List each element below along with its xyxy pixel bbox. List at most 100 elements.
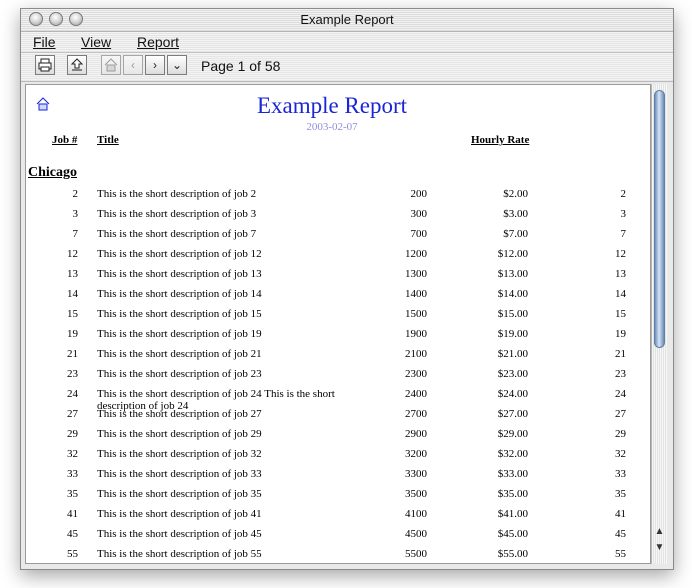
page-dropdown-button[interactable]: ⌄ bbox=[167, 55, 187, 75]
job-number: 41 bbox=[67, 508, 78, 520]
job-extra-number: 27 bbox=[615, 408, 626, 420]
home-button[interactable] bbox=[101, 55, 121, 75]
job-hourly-rate: $45.00 bbox=[497, 528, 528, 540]
scroll-up-arrow-icon[interactable]: ▲ bbox=[654, 526, 665, 538]
job-title: This is the short description of job 7 bbox=[97, 228, 257, 240]
job-hourly-rate: $13.00 bbox=[497, 268, 528, 280]
table-row: 19 This is the short description of job … bbox=[26, 328, 650, 348]
job-title: This is the short description of job 15 bbox=[97, 308, 262, 320]
job-hourly-rate: $33.00 bbox=[497, 468, 528, 480]
job-title: This is the short description of job 55 bbox=[97, 548, 262, 560]
chevron-down-icon: ⌄ bbox=[171, 58, 183, 72]
job-hourly-rate: $32.00 bbox=[497, 448, 528, 460]
next-page-button[interactable]: › bbox=[145, 55, 165, 75]
job-extra-number: 14 bbox=[615, 288, 626, 300]
table-row: 14 This is the short description of job … bbox=[26, 288, 650, 308]
job-title: This is the short description of job 2 bbox=[97, 188, 257, 200]
job-hourly-rate: $12.00 bbox=[497, 248, 528, 260]
job-extra-number: 21 bbox=[615, 348, 626, 360]
report-view: Example Report 2003-02-07 Job # Title Ho… bbox=[25, 84, 651, 564]
printer-icon bbox=[38, 58, 52, 72]
job-number: 21 bbox=[67, 348, 78, 360]
menu-file[interactable]: File bbox=[33, 34, 56, 50]
job-hourly-rate: $24.00 bbox=[497, 388, 528, 400]
job-number: 45 bbox=[67, 528, 78, 540]
table-row: 29 This is the short description of job … bbox=[26, 428, 650, 448]
toolbar: ‹ › ⌄ Page 1 of 58 bbox=[21, 53, 673, 82]
scroll-down-arrow-icon[interactable]: ▼ bbox=[654, 542, 665, 554]
job-extra-number: 24 bbox=[615, 388, 626, 400]
job-extra-number: 33 bbox=[615, 468, 626, 480]
job-extra-number: 41 bbox=[615, 508, 626, 520]
job-number: 32 bbox=[67, 448, 78, 460]
job-hourly-rate: $29.00 bbox=[497, 428, 528, 440]
job-extra-number: 12 bbox=[615, 248, 626, 260]
job-hourly-rate: $14.00 bbox=[497, 288, 528, 300]
table-row: 27 This is the short description of job … bbox=[26, 408, 650, 428]
previous-page-button[interactable]: ‹ bbox=[123, 55, 143, 75]
job-number: 19 bbox=[67, 328, 78, 340]
job-hourly-rate: $35.00 bbox=[497, 488, 528, 500]
job-title: This is the short description of job 27 bbox=[97, 408, 262, 420]
print-button[interactable] bbox=[35, 55, 55, 75]
vertical-scrollbar[interactable]: ▲ ▼ bbox=[651, 84, 667, 564]
table-row: 21 This is the short description of job … bbox=[26, 348, 650, 368]
job-number: 33 bbox=[67, 468, 78, 480]
job-number: 29 bbox=[67, 428, 78, 440]
job-quantity: 300 bbox=[410, 208, 428, 220]
column-header-title: Title bbox=[97, 134, 119, 146]
job-number: 35 bbox=[67, 488, 78, 500]
job-number: 14 bbox=[67, 288, 78, 300]
job-title: This is the short description of job 12 bbox=[97, 248, 262, 260]
table-row: 55 This is the short description of job … bbox=[26, 548, 650, 563]
job-extra-number: 55 bbox=[615, 548, 626, 560]
table-row: 35 This is the short description of job … bbox=[26, 488, 650, 508]
page-indicator: Page 1 of 58 bbox=[201, 58, 281, 74]
job-extra-number: 32 bbox=[615, 448, 626, 460]
job-title: This is the short description of job 29 bbox=[97, 428, 262, 440]
job-hourly-rate: $21.00 bbox=[497, 348, 528, 360]
job-title: This is the short description of job 45 bbox=[97, 528, 262, 540]
job-quantity: 3200 bbox=[405, 448, 427, 460]
report-window: Example Report File View Report ‹ › ⌄ Pa… bbox=[20, 8, 674, 570]
table-row: 13 This is the short description of job … bbox=[26, 268, 650, 288]
job-title: This is the short description of job 33 bbox=[97, 468, 262, 480]
job-quantity: 1200 bbox=[405, 248, 427, 260]
job-quantity: 4500 bbox=[405, 528, 427, 540]
job-hourly-rate: $27.00 bbox=[497, 408, 528, 420]
job-quantity: 2400 bbox=[405, 388, 427, 400]
menu-view[interactable]: View bbox=[81, 34, 111, 50]
job-hourly-rate: $2.00 bbox=[503, 188, 528, 200]
job-quantity: 2900 bbox=[405, 428, 427, 440]
job-number: 55 bbox=[67, 548, 78, 560]
title-bar: Example Report bbox=[21, 9, 673, 32]
table-row: 45 This is the short description of job … bbox=[26, 528, 650, 548]
table-row: 15 This is the short description of job … bbox=[26, 308, 650, 328]
menu-report[interactable]: Report bbox=[137, 34, 179, 50]
table-row: 2 This is the short description of job 2… bbox=[26, 188, 650, 208]
chevron-left-icon: ‹ bbox=[131, 58, 135, 72]
menu-bar: File View Report bbox=[21, 32, 673, 53]
export-button[interactable] bbox=[67, 55, 87, 75]
chevron-right-icon: › bbox=[153, 58, 157, 72]
job-quantity: 2100 bbox=[405, 348, 427, 360]
job-title: This is the short description of job 23 bbox=[97, 368, 262, 380]
job-hourly-rate: $55.00 bbox=[497, 548, 528, 560]
job-quantity: 2700 bbox=[405, 408, 427, 420]
job-quantity: 200 bbox=[410, 188, 428, 200]
table-row: 24 This is the short description of job … bbox=[26, 388, 650, 412]
job-hourly-rate: $3.00 bbox=[503, 208, 528, 220]
column-header-job: Job # bbox=[52, 134, 78, 146]
table-row: 7 This is the short description of job 7… bbox=[26, 228, 650, 248]
table-row: 23 This is the short description of job … bbox=[26, 368, 650, 388]
job-number: 15 bbox=[67, 308, 78, 320]
job-hourly-rate: $7.00 bbox=[503, 228, 528, 240]
scrollbar-thumb[interactable] bbox=[654, 90, 665, 348]
job-quantity: 1300 bbox=[405, 268, 427, 280]
job-extra-number: 7 bbox=[620, 228, 627, 240]
job-extra-number: 15 bbox=[615, 308, 626, 320]
job-quantity: 1400 bbox=[405, 288, 427, 300]
job-title: This is the short description of job 41 bbox=[97, 508, 262, 520]
job-quantity: 3300 bbox=[405, 468, 427, 480]
window-title: Example Report bbox=[300, 12, 394, 27]
